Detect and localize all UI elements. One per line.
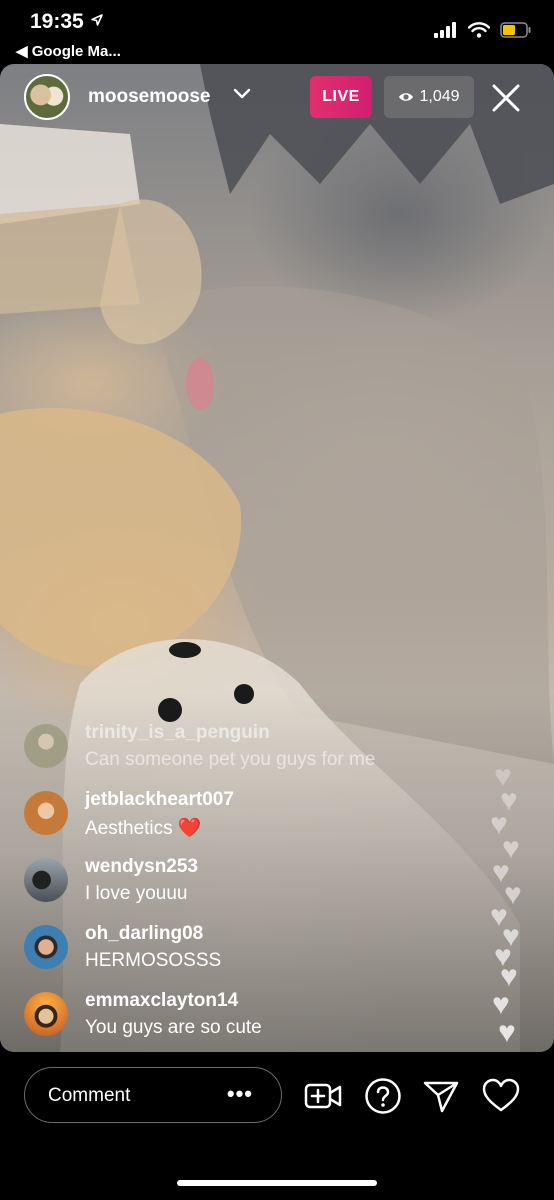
comment-item[interactable]: trinity_is_a_penguin Can someone pet you… <box>24 722 464 789</box>
viewer-count-badge[interactable]: 1,049 <box>384 76 474 118</box>
chevron-down-icon[interactable] <box>233 88 251 100</box>
comment-text: You guys are so cute <box>85 1017 262 1038</box>
wifi-icon <box>468 22 490 38</box>
bottom-bar: Comment ••• <box>0 1052 554 1200</box>
live-badge: LIVE <box>310 76 372 118</box>
commenter-username[interactable]: trinity_is_a_penguin <box>85 722 270 744</box>
heart-icon[interactable] <box>482 1077 520 1115</box>
comment-item[interactable]: emmaxclayton14 You guys are so cute <box>24 990 464 1057</box>
status-time-text: 19:35 <box>30 10 84 33</box>
close-icon[interactable] <box>490 82 522 114</box>
battery-icon <box>500 22 531 38</box>
comment-input[interactable]: Comment ••• <box>24 1067 282 1123</box>
live-header: moosemoose LIVE 1,049 <box>0 70 554 126</box>
home-indicator[interactable] <box>177 1180 377 1186</box>
host-avatar[interactable] <box>24 74 70 120</box>
comment-text: HERMOSOSSS <box>85 950 222 971</box>
question-icon[interactable] <box>364 1077 402 1115</box>
floating-hearts: ♥ ♥ ♥ ♥ ♥ ♥ ♥ ♥ ♥ ♥ ♥ ♥ <box>488 762 540 1062</box>
cellular-signal-icon <box>434 22 456 38</box>
send-icon[interactable] <box>422 1077 460 1115</box>
heart-icon: ♥ <box>498 1016 516 1049</box>
commenter-avatar[interactable] <box>24 992 68 1036</box>
commenter-avatar[interactable] <box>24 858 68 902</box>
comment-item[interactable]: wendysn253 I love youuu <box>24 856 464 923</box>
commenter-username[interactable]: oh_darling08 <box>85 923 203 945</box>
comment-text: Aesthetics ❤️ <box>85 818 202 839</box>
comment-placeholder: Comment <box>48 1085 131 1106</box>
viewer-count: 1,049 <box>419 88 460 105</box>
status-time: 19:35 <box>30 10 104 34</box>
status-bar: 19:35 ◀ Google Ma... <box>0 0 554 64</box>
commenter-username[interactable]: wendysn253 <box>85 856 198 878</box>
location-arrow-icon <box>90 14 103 26</box>
commenter-avatar[interactable] <box>24 791 68 835</box>
eye-icon <box>399 93 414 101</box>
back-to-app-link[interactable]: ◀ Google Ma... <box>16 42 121 60</box>
add-video-icon[interactable] <box>304 1077 342 1115</box>
more-options-button[interactable]: ••• <box>227 1081 253 1107</box>
comment-text: Can someone pet you guys for me <box>85 749 376 770</box>
commenter-avatar[interactable] <box>24 724 68 768</box>
commenter-avatar[interactable] <box>24 925 68 969</box>
comment-list: trinity_is_a_penguin Can someone pet you… <box>24 722 464 1057</box>
commenter-username[interactable]: jetblackheart007 <box>85 789 234 811</box>
comment-text: I love youuu <box>85 883 188 904</box>
comment-item[interactable]: jetblackheart007 Aesthetics ❤️ <box>24 789 464 856</box>
host-username[interactable]: moosemoose <box>88 86 210 108</box>
comment-item[interactable]: oh_darling08 HERMOSOSSS <box>24 923 464 990</box>
commenter-username[interactable]: emmaxclayton14 <box>85 990 238 1012</box>
